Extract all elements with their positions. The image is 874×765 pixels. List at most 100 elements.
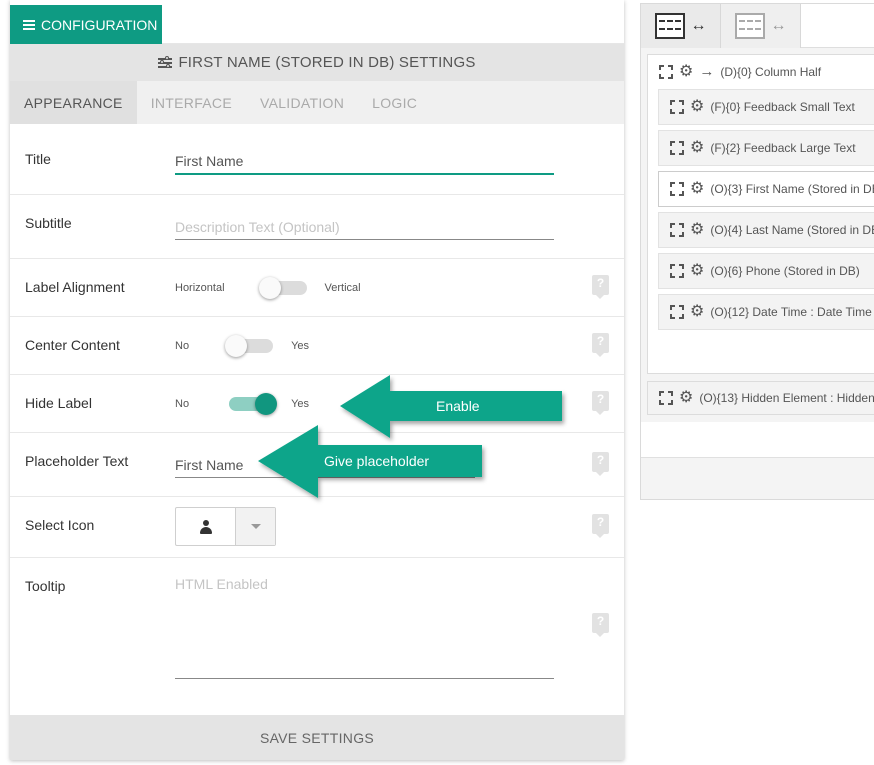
expand-icon[interactable] — [659, 391, 673, 405]
center-content-on-text: Yes — [291, 340, 310, 352]
help-icon[interactable]: ? — [592, 613, 609, 637]
placeholder-text-label: Placeholder Text — [25, 453, 129, 469]
gear-icon[interactable]: ⚙ — [679, 390, 693, 406]
layout-toolbar: ↔ ↔ — [641, 4, 874, 48]
title-input[interactable] — [175, 149, 554, 175]
expand-icon[interactable] — [670, 182, 684, 196]
center-content-switch[interactable] — [225, 335, 274, 357]
help-icon[interactable]: ? — [592, 333, 609, 357]
gear-icon[interactable]: ⚙ — [690, 140, 704, 156]
layout-item[interactable]: ⚙ (F){0} Feedback Small Text — [658, 89, 874, 125]
hide-label-switch[interactable] — [229, 393, 278, 415]
layout-item[interactable]: ⚙ (O){6} Phone (Stored in DB) — [658, 253, 874, 289]
configuration-tab-label: CONFIGURATION — [41, 16, 158, 33]
expand-icon[interactable] — [670, 223, 684, 237]
grid-layout-icon — [654, 13, 685, 39]
selected-icon — [176, 508, 236, 545]
label-alignment-row: Label Alignment Horizontal Vertical ? — [10, 259, 624, 317]
help-icon[interactable]: ? — [592, 275, 609, 299]
gear-icon[interactable]: ⚙ — [690, 99, 704, 115]
menu-icon — [23, 18, 35, 32]
sliders-icon — [158, 56, 173, 69]
label-alignment-switch[interactable] — [258, 277, 307, 299]
tab-validation[interactable]: VALIDATION — [246, 81, 358, 124]
expand-icon[interactable] — [670, 305, 684, 319]
layout-item-text: (O){12} Date Time : Date Time — [710, 305, 872, 319]
hidden-element-text: (O){13} Hidden Element : Hidden — [699, 391, 874, 405]
layout-mode-inactive-button[interactable]: ↔ — [721, 4, 801, 48]
label-alignment-toggle: Horizontal Vertical — [175, 277, 361, 299]
layout-mode-active-button[interactable]: ↔ — [641, 4, 721, 48]
layout-item[interactable]: ⚙ (O){12} Date Time : Date Time — [658, 294, 874, 330]
help-icon[interactable]: ? — [592, 452, 609, 476]
settings-header: FIRST NAME (STORED IN DB) SETTINGS — [10, 44, 624, 81]
subtitle-label: Subtitle — [25, 215, 72, 231]
column-half-container: ⚙ → (D){0} Column Half ⚙ (F){0} Feedback… — [647, 54, 874, 374]
layout-item-text: (O){6} Phone (Stored in DB) — [710, 264, 860, 278]
center-content-row: Center Content No Yes ? — [10, 317, 624, 375]
expand-icon[interactable] — [659, 64, 673, 79]
icon-select-dropdown[interactable] — [236, 508, 275, 545]
help-icon[interactable]: ? — [592, 391, 609, 415]
center-content-label: Center Content — [25, 337, 120, 353]
hide-label-label: Hide Label — [25, 395, 92, 411]
gear-icon[interactable]: ⚙ — [679, 63, 693, 80]
left-right-arrow-icon: ↔ — [770, 17, 787, 34]
settings-title: FIRST NAME (STORED IN DB) SETTINGS — [178, 54, 476, 71]
tab-interface[interactable]: INTERFACE — [137, 81, 246, 124]
select-icon-row: Select Icon ? — [10, 497, 624, 558]
select-icon-label: Select Icon — [25, 517, 95, 533]
label-alignment-off-text: Horizontal — [175, 282, 225, 294]
layout-item-text: (F){2} Feedback Large Text — [710, 141, 856, 155]
placeholder-callout-text: Give placeholder — [324, 453, 430, 469]
gear-icon[interactable]: ⚙ — [690, 222, 704, 238]
expand-icon[interactable] — [670, 264, 684, 278]
hide-label-on-text: Yes — [291, 398, 310, 410]
layout-item-text: (F){0} Feedback Small Text — [710, 100, 855, 114]
gear-icon[interactable]: ⚙ — [690, 181, 704, 197]
tab-logic[interactable]: LOGIC — [358, 81, 431, 124]
hide-label-row: Hide Label No Yes ? — [10, 375, 624, 433]
label-alignment-label: Label Alignment — [25, 279, 125, 295]
settings-tabs: APPEARANCE INTERFACE VALIDATION LOGIC — [10, 81, 624, 124]
column-header-text: (D){0} Column Half — [720, 64, 822, 79]
subtitle-input[interactable] — [175, 214, 554, 240]
caret-down-icon — [250, 524, 261, 529]
grid-layout-icon — [734, 13, 765, 39]
tooltip-textarea[interactable] — [175, 576, 554, 679]
layout-panel-footer — [641, 422, 874, 458]
gear-icon[interactable]: ⚙ — [690, 304, 704, 320]
hide-label-off-text: No — [175, 398, 190, 410]
subtitle-row: Subtitle — [10, 195, 624, 259]
hide-label-toggle: No Yes — [175, 393, 310, 415]
title-label: Title — [25, 151, 51, 167]
expand-icon[interactable] — [670, 100, 684, 114]
enable-callout-text: Enable — [436, 398, 480, 414]
layout-panel: ↔ ↔ ⚙ → (D){0} Column Half ⚙ (F){0} Feed… — [640, 3, 874, 500]
center-content-off-text: No — [175, 340, 190, 352]
column-header[interactable]: ⚙ → (D){0} Column Half — [659, 63, 821, 80]
placeholder-text-row: Placeholder Text ? — [10, 433, 624, 497]
layout-item[interactable]: ⚙ (O){4} Last Name (Stored in DB) — [658, 212, 874, 248]
expand-icon[interactable] — [670, 141, 684, 155]
layout-item[interactable]: ⚙ (F){2} Feedback Large Text — [658, 130, 874, 166]
tooltip-label: Tooltip — [25, 578, 66, 594]
arrow-right-icon[interactable]: → — [699, 63, 714, 80]
configuration-panel: CONFIGURATION FIRST NAME (STORED IN DB) … — [10, 0, 624, 760]
gear-icon[interactable]: ⚙ — [690, 263, 704, 279]
label-alignment-on-text: Vertical — [324, 282, 361, 294]
save-settings-button[interactable]: SAVE SETTINGS — [10, 715, 624, 760]
configuration-tab[interactable]: CONFIGURATION — [10, 5, 162, 44]
help-icon[interactable]: ? — [592, 514, 609, 538]
title-row: Title — [10, 124, 624, 195]
user-icon — [199, 519, 213, 534]
center-content-toggle: No Yes — [175, 335, 310, 357]
icon-select[interactable] — [175, 507, 276, 546]
layout-item-text: (O){4} Last Name (Stored in DB) — [710, 223, 874, 237]
hidden-element-item[interactable]: ⚙ (O){13} Hidden Element : Hidden — [647, 381, 874, 415]
layout-item-selected[interactable]: ⚙ (O){3} First Name (Stored in DB) — [658, 171, 874, 207]
layout-item-text: (O){3} First Name (Stored in DB) — [710, 182, 874, 196]
tooltip-row: Tooltip ? — [10, 558, 624, 698]
tab-appearance[interactable]: APPEARANCE — [10, 81, 137, 124]
configuration-tab-strip — [162, 5, 624, 44]
